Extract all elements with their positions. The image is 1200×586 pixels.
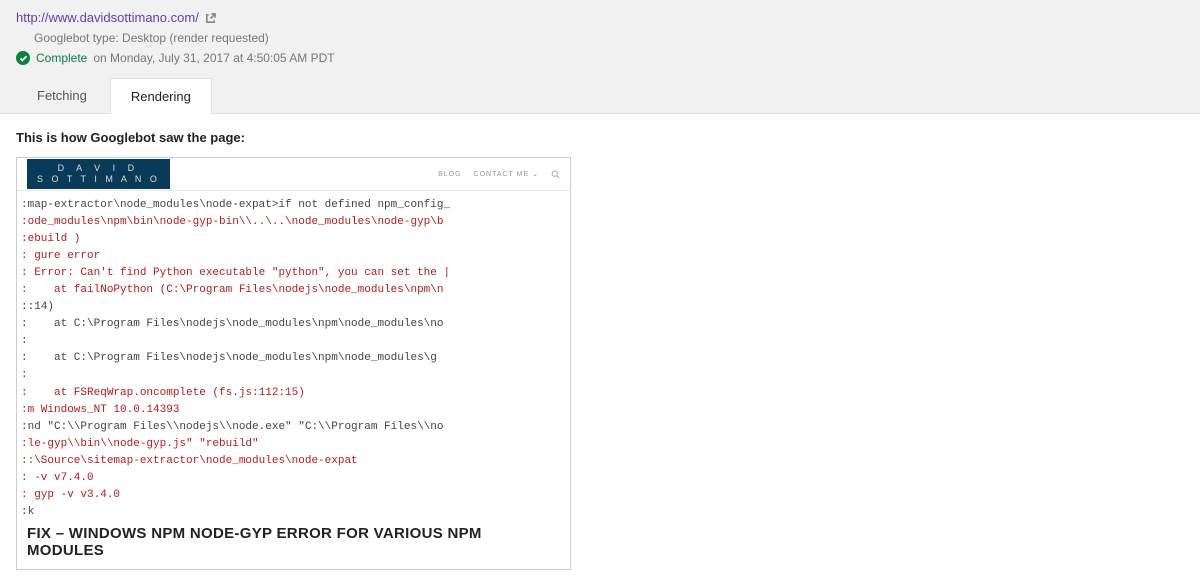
section-heading: This is how Googlebot saw the page:: [16, 130, 1184, 145]
status-complete: Complete: [36, 51, 87, 65]
article-title: FIX – WINDOWS NPM NODE-GYP ERROR FOR VAR…: [17, 521, 570, 569]
tab-rendering[interactable]: Rendering: [110, 78, 212, 114]
search-icon: [551, 170, 560, 179]
tab-fetching[interactable]: Fetching: [16, 77, 108, 113]
chevron-down-icon: ⌄: [532, 171, 539, 178]
nav-blog: BLOG: [438, 171, 461, 178]
external-link-icon: [205, 12, 216, 23]
check-circle-icon: [16, 51, 30, 65]
nav-contact: CONTACT ME ⌄: [474, 170, 539, 178]
googlebot-type-text: Googlebot type: Desktop (render requeste…: [16, 31, 1184, 45]
render-preview: D A V I D S O T T I M A N O BLOG CONTACT…: [16, 157, 571, 570]
fetched-url-link[interactable]: http://www.davidsottimano.com/: [16, 10, 199, 25]
tab-bar: Fetching Rendering: [16, 77, 1184, 113]
status-timestamp: on Monday, July 31, 2017 at 4:50:05 AM P…: [93, 51, 334, 65]
site-logo: D A V I D S O T T I M A N O: [27, 159, 170, 189]
terminal-output: :map-extractor\node_modules\node-expat>i…: [17, 190, 570, 521]
